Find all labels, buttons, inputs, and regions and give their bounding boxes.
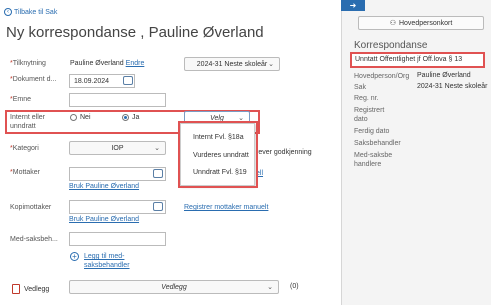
calendar-icon[interactable] <box>123 76 133 85</box>
kopimottaker-label: Kopimottaker <box>10 204 52 211</box>
vedlegg-count: (0) <box>290 283 299 290</box>
chevron-down-icon: ⌄ <box>267 284 273 291</box>
bruk-pauline-link-2[interactable]: Bruk Pauline Øverland <box>69 216 139 223</box>
panel-title: Korrespondanse <box>354 40 428 51</box>
unntatt-status-text: Unntatt Offentlighet jf Off.lova § 13 <box>355 56 463 63</box>
person-icon: ⚇ <box>389 20 396 27</box>
mottaker-input[interactable] <box>69 167 166 181</box>
skoleaar-select[interactable]: 2024-31 Neste skoleår ⌄ <box>184 57 280 71</box>
radio-ja[interactable] <box>122 114 129 121</box>
radio-ja-label: Ja <box>132 114 140 121</box>
dokument-label: *Dokument d... <box>10 76 57 83</box>
hovedpersonkort-button[interactable]: ⚇ Hovedpersonkort <box>358 16 484 30</box>
rp-label-registrert: Registrert dato <box>354 107 385 123</box>
legg-til-link[interactable]: Legg til med-saksbehandler <box>84 252 144 270</box>
dropdown-highlight-box <box>178 121 258 188</box>
bruk-pauline-link-1[interactable]: Bruk Pauline Øverland <box>69 183 139 190</box>
right-info-panel: ⚇ Hovedpersonkort Korrespondanse Unntatt… <box>341 0 491 305</box>
emne-label: *Emne <box>10 96 32 103</box>
hovedpersonkort-label: Hovedpersonkort <box>398 19 453 27</box>
chevron-down-icon: ⌄ <box>154 145 160 152</box>
rp-value-sak: 2024-31 Neste skoleår <box>417 83 488 90</box>
radio-nei-label: Nei <box>80 114 91 121</box>
kategori-label: *Kategori <box>10 145 39 152</box>
search-address-icon[interactable] <box>153 202 163 211</box>
skoleaar-select-value: 2024-31 Neste skoleår <box>196 60 268 68</box>
medsaks-label: Med-saksbeh... <box>10 236 58 243</box>
search-address-icon[interactable] <box>153 169 163 178</box>
internt-label: Internt eller unndratt <box>10 114 46 130</box>
collapse-panel-tab[interactable]: ➜ <box>341 0 365 11</box>
emne-input[interactable] <box>69 93 166 107</box>
mottaker-label: *Mottaker <box>10 169 40 176</box>
main-form-panel: ‹ Tilbake til Sak Ny korrespondanse , Pa… <box>0 0 340 305</box>
back-arrow-icon: ‹ <box>4 8 12 16</box>
back-link[interactable]: ‹ Tilbake til Sak <box>4 8 57 16</box>
unntatt-status-box: Unntatt Offentlighet jf Off.lova § 13 <box>350 52 485 68</box>
kategori-select-value: IOP <box>111 144 124 152</box>
back-link-label: Tilbake til Sak <box>14 8 58 16</box>
dokument-date-value: 18.09.2024 <box>74 78 110 85</box>
rp-label-hovedperson: Hovedperson/Org <box>354 73 410 80</box>
vedlegg-select[interactable]: Vedlegg ⌄ <box>69 280 279 294</box>
rp-label-regnr: Reg. nr. <box>354 95 379 102</box>
godkjenning-text: rever godkjenning <box>256 149 312 156</box>
vedlegg-label: Vedlegg <box>24 286 50 293</box>
tilknytning-label: *Tilknytning <box>10 60 46 67</box>
page-title: Ny korrespondanse , Pauline Øverland <box>6 24 264 41</box>
rp-label-saksbehandler: Saksbehandler <box>354 140 401 147</box>
chevron-down-icon: ⌄ <box>268 61 274 68</box>
rp-label-ferdig: Ferdig dato <box>354 128 390 135</box>
pdf-file-icon <box>12 284 20 294</box>
vedlegg-select-value: Vedlegg <box>161 283 187 291</box>
medsaks-input[interactable] <box>69 232 166 246</box>
registrer-mottaker-link[interactable]: Registrer mottaker manuelt <box>184 204 268 211</box>
rp-label-medsaks: Med-saksbehandlere <box>354 152 393 168</box>
rp-label-sak: Sak <box>354 84 367 91</box>
rp-value-hovedperson: Pauline Øverland <box>417 72 471 79</box>
kategori-select[interactable]: IOP ⌄ <box>69 141 166 155</box>
endre-link[interactable]: Endre <box>126 60 145 67</box>
radio-nei[interactable] <box>70 114 77 121</box>
kopimottaker-input[interactable] <box>69 200 166 214</box>
arrow-right-icon: ➜ <box>349 1 357 10</box>
tilknytning-value: Pauline Øverland Endre <box>70 60 145 67</box>
plus-icon[interactable]: + <box>70 252 79 261</box>
